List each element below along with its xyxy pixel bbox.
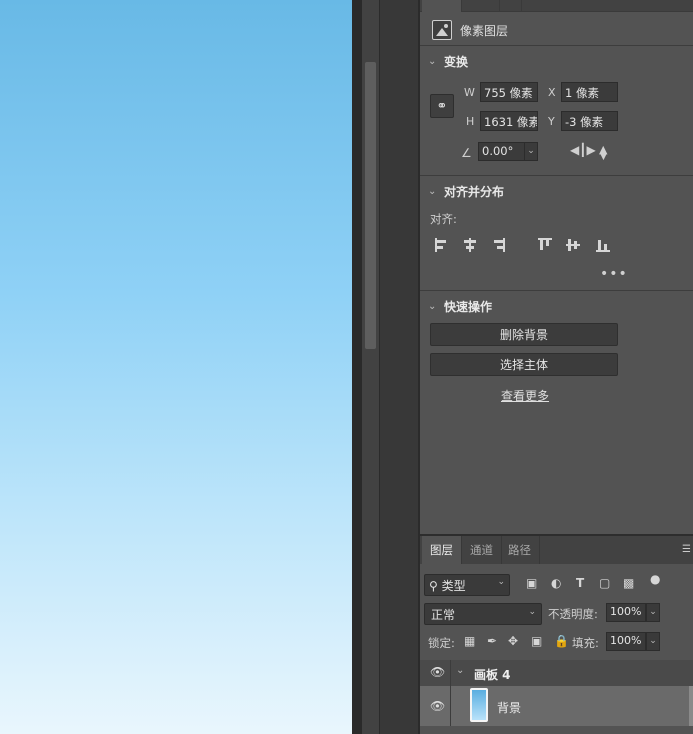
chevron-down-icon: ⌄ bbox=[428, 301, 437, 312]
lock-position-icon[interactable]: ✥ bbox=[508, 634, 518, 648]
filter-pixel-icon[interactable]: ▣ bbox=[526, 576, 537, 590]
lock-all-icon[interactable]: 🔒 bbox=[554, 634, 569, 648]
select-subject-button[interactable]: 选择主体 bbox=[430, 353, 618, 376]
y-input[interactable]: -3 像素 bbox=[561, 111, 618, 131]
more-options-icon[interactable]: ••• bbox=[600, 266, 628, 282]
tab-channels[interactable]: 通道 bbox=[462, 536, 502, 564]
filter-shape-icon[interactable]: ▢ bbox=[599, 576, 610, 590]
align-right-edges-icon[interactable] bbox=[490, 237, 506, 253]
filter-toggle-icon[interactable]: ● bbox=[650, 572, 660, 586]
eye-icon[interactable]: 👁 bbox=[430, 665, 445, 679]
align-bottom-edges-icon[interactable] bbox=[595, 237, 611, 253]
document-canvas[interactable] bbox=[0, 0, 352, 734]
lock-artboard-icon[interactable]: ▣ bbox=[531, 634, 542, 648]
filter-adjustment-icon[interactable]: ◐ bbox=[551, 576, 561, 590]
chevron-down-icon: ⌄ bbox=[428, 56, 437, 67]
height-input[interactable]: 1631 像素 bbox=[480, 111, 538, 131]
angle-input[interactable]: 0.00° ⌄ bbox=[478, 142, 538, 161]
opacity-dropdown[interactable]: ⌄ bbox=[646, 603, 660, 622]
background-layer-row[interactable]: 👁 背景 bbox=[420, 686, 693, 726]
align-title: 对齐并分布 bbox=[444, 185, 505, 199]
layers-panel: 图层 通道 路径 ☰ ⚲ 类型 ⌄ ▣ ◐ T ▢ ▩ ● 正常 ⌄ 不透明度:… bbox=[420, 534, 693, 734]
align-left-edges-icon[interactable] bbox=[434, 237, 450, 253]
align-section-header[interactable]: ⌄ 对齐并分布 bbox=[428, 183, 504, 200]
layer-thumbnail bbox=[470, 688, 488, 722]
flip-horizontal-icon[interactable]: ◀┃▶ bbox=[570, 143, 596, 157]
layers-scrollbar[interactable] bbox=[689, 686, 693, 726]
panel-menu-icon[interactable]: ☰ bbox=[682, 544, 691, 555]
align-vertical-centers-icon[interactable] bbox=[565, 237, 581, 253]
filter-type-label: 类型 bbox=[441, 579, 466, 593]
x-label: X bbox=[548, 86, 556, 99]
background-layer-name: 背景 bbox=[497, 701, 522, 715]
filter-type-icon[interactable]: T bbox=[576, 576, 584, 590]
tab-properties[interactable] bbox=[422, 0, 462, 12]
visibility-column-divider bbox=[450, 660, 451, 686]
artboard-layer-row[interactable]: 👁 ⌄ 画板 4 bbox=[420, 660, 693, 686]
flip-vertical-icon-lower: ▼ bbox=[600, 152, 607, 162]
lock-transparent-pixels-icon[interactable]: ▦ bbox=[464, 634, 475, 648]
chevron-down-icon: ⌄ bbox=[428, 186, 437, 197]
transform-section-header[interactable]: ⌄ 变换 bbox=[428, 53, 468, 70]
chevron-down-icon[interactable]: ⌄ bbox=[456, 665, 466, 676]
lock-image-pixels-icon[interactable]: ✒ bbox=[487, 634, 497, 648]
pixel-layer-icon bbox=[432, 20, 452, 40]
quick-actions-section-header[interactable]: ⌄ 快速操作 bbox=[428, 298, 492, 315]
tab-layers[interactable]: 图层 bbox=[422, 536, 462, 564]
fill-dropdown[interactable]: ⌄ bbox=[646, 632, 660, 651]
canvas-pasteboard-edge bbox=[352, 0, 362, 734]
panel-gutter bbox=[379, 0, 419, 734]
width-label: W bbox=[464, 86, 475, 99]
transform-title: 变换 bbox=[444, 55, 469, 69]
align-horizontal-centers-icon[interactable] bbox=[462, 237, 478, 253]
layer-type-row: 像素图层 bbox=[432, 18, 508, 42]
chevron-down-icon: ⌄ bbox=[497, 577, 505, 587]
layers-tab-bar: 图层 通道 路径 ☰ bbox=[420, 536, 693, 564]
angle-value: 0.00° bbox=[482, 144, 514, 158]
tab-adjustments[interactable] bbox=[462, 0, 500, 12]
layer-type-label: 像素图层 bbox=[460, 23, 509, 38]
opacity-input[interactable]: 100% bbox=[606, 603, 646, 622]
chevron-down-icon[interactable]: ⌄ bbox=[524, 143, 537, 160]
chevron-down-icon: ⌄ bbox=[528, 607, 536, 617]
angle-icon: ∠ bbox=[461, 146, 472, 160]
chain-link-icon: ⚭ bbox=[436, 98, 448, 114]
see-more-link[interactable]: 查看更多 bbox=[501, 387, 549, 404]
section-divider bbox=[420, 175, 693, 176]
blend-mode-value: 正常 bbox=[431, 608, 456, 622]
filter-smart-object-icon[interactable]: ▩ bbox=[623, 576, 634, 590]
search-icon: ⚲ bbox=[429, 579, 438, 593]
remove-background-button[interactable]: 删除背景 bbox=[430, 323, 618, 346]
section-divider bbox=[420, 45, 693, 46]
quick-actions-title: 快速操作 bbox=[444, 300, 493, 314]
properties-tab-bar bbox=[420, 0, 693, 12]
opacity-label: 不透明度: bbox=[548, 607, 598, 621]
layer-filter-select[interactable]: ⚲ 类型 ⌄ bbox=[424, 574, 510, 596]
visibility-column-divider bbox=[450, 686, 451, 726]
blend-mode-select[interactable]: 正常 ⌄ bbox=[424, 603, 542, 625]
canvas-scrollbar-thumb[interactable] bbox=[365, 62, 376, 349]
lock-label: 锁定: bbox=[428, 636, 455, 650]
x-input[interactable]: 1 像素 bbox=[561, 82, 618, 102]
fill-label: 填充: bbox=[572, 636, 599, 650]
eye-icon[interactable]: 👁 bbox=[430, 699, 445, 713]
link-dimensions-button[interactable]: ⚭ bbox=[430, 94, 454, 118]
fill-input[interactable]: 100% bbox=[606, 632, 646, 651]
width-input[interactable]: 755 像素 bbox=[480, 82, 538, 102]
tab-paths[interactable]: 路径 bbox=[500, 536, 540, 564]
artboard-name: 画板 4 bbox=[474, 668, 511, 682]
height-label: H bbox=[466, 115, 475, 128]
align-sub-label: 对齐: bbox=[430, 212, 457, 226]
align-top-edges-icon[interactable] bbox=[537, 237, 553, 253]
tab-libraries[interactable] bbox=[500, 0, 522, 12]
y-label: Y bbox=[548, 115, 555, 128]
properties-panel: 像素图层 ⌄ 变换 ⚭ W 755 像素 X 1 像素 H 1631 像素 Y … bbox=[420, 0, 693, 534]
section-divider bbox=[420, 290, 693, 291]
